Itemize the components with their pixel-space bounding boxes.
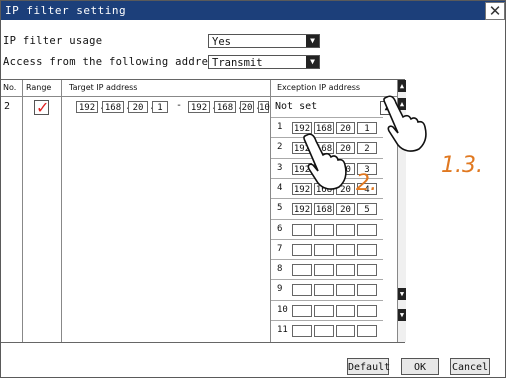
exception-row-number: 9	[277, 284, 283, 295]
exception-ip-octet-1[interactable]: 192	[292, 203, 312, 216]
exception-ip-octet-4[interactable]	[357, 243, 377, 256]
exception-ip-octet-4[interactable]	[357, 264, 377, 277]
exception-ip-octet-4[interactable]	[357, 223, 377, 236]
close-button[interactable]: ✕	[485, 2, 505, 20]
to-ip-octet-4[interactable]: 10	[258, 101, 270, 113]
ip-filter-window: IP filter setting ✕ IP filter usage Yes …	[0, 0, 506, 378]
exception-row: 6...	[271, 218, 383, 240]
check-icon: ✓	[36, 98, 50, 117]
exception-ip-octet-3[interactable]	[336, 243, 355, 256]
exception-row-number: 11	[277, 325, 288, 335]
exception-ip-octet-3[interactable]	[336, 325, 355, 337]
exception-row: 9...	[271, 279, 383, 300]
exception-not-set: Not set	[275, 101, 318, 112]
scroll-down-icon[interactable]: ▼	[398, 309, 406, 321]
range-checkbox[interactable]: ✓	[34, 98, 50, 117]
to-ip-octet-1[interactable]: 192	[188, 101, 210, 113]
to-ip-octet-3[interactable]: 20	[240, 101, 254, 113]
exception-ip-octet-2[interactable]	[314, 284, 334, 297]
from-ip-octet-2[interactable]: 168	[102, 101, 124, 113]
ip-filter-usage-label: IP filter usage	[3, 35, 103, 47]
ok-button[interactable]: OK	[401, 358, 439, 375]
window-title: IP filter setting	[5, 4, 127, 17]
exception-ip-octet-4[interactable]	[357, 284, 377, 297]
exception-ip-octet-3[interactable]	[336, 304, 355, 317]
column-divider	[61, 80, 62, 342]
exception-ip-octet-2[interactable]	[314, 304, 334, 317]
access-dropdown[interactable]: Transmit ▼	[208, 55, 320, 69]
access-value: Transmit	[212, 57, 263, 69]
exception-ip-octet-2[interactable]	[314, 223, 334, 236]
ip-filter-usage-value: Yes	[212, 36, 231, 48]
from-ip-octet-4[interactable]: 1	[152, 101, 168, 113]
exception-ip-octet-1[interactable]	[292, 304, 312, 317]
exception-row-number: 5	[277, 203, 283, 214]
exception-row: 7...	[271, 238, 383, 260]
close-icon: ✕	[488, 2, 502, 20]
exception-ip-octet-2[interactable]	[314, 243, 334, 256]
exception-ip-octet-1[interactable]	[292, 325, 312, 337]
chevron-down-icon[interactable]: ▼	[306, 56, 319, 68]
exception-row-number: 7	[277, 243, 283, 254]
header-exception: Exception IP address	[277, 83, 361, 92]
exception-ip-octet-4[interactable]: 5	[357, 203, 377, 216]
header-no: No.	[3, 83, 17, 92]
exception-ip-octet-1[interactable]	[292, 223, 312, 236]
scroll-up-icon[interactable]: ▲	[398, 80, 406, 92]
cancel-button[interactable]: Cancel	[450, 358, 490, 375]
exception-ip-octet-3[interactable]	[336, 284, 355, 297]
from-ip-octet-1[interactable]: 192	[76, 101, 98, 113]
exception-ip-octet-1[interactable]	[292, 264, 312, 277]
exception-ip-octet-2[interactable]	[314, 325, 334, 337]
exception-row-number: 8	[277, 264, 283, 275]
exception-ip-octet-3[interactable]	[336, 223, 355, 236]
from-ip-octet-3[interactable]: 20	[128, 101, 148, 113]
exception-ip-octet-2[interactable]	[314, 264, 334, 277]
to-ip-octet-2[interactable]: 168	[214, 101, 236, 113]
exception-ip-octet-4[interactable]	[357, 325, 377, 337]
exception-row-number: 2	[277, 142, 283, 153]
ip-filter-usage-dropdown[interactable]: Yes ▼	[208, 34, 320, 48]
scroll-down-icon[interactable]: ▼	[398, 288, 406, 300]
column-divider	[22, 80, 23, 342]
default-button[interactable]: Default	[347, 358, 390, 375]
exception-row-number: 4	[277, 182, 283, 193]
exception-ip-octet-4[interactable]	[357, 304, 377, 317]
exception-row: 10...	[271, 299, 383, 321]
exception-ip-octet-3[interactable]: 20	[336, 203, 355, 216]
exception-row: 11...	[271, 320, 383, 341]
header-target: Target IP address	[69, 83, 138, 92]
step-label-2: 2.	[356, 171, 377, 196]
header-range: Range	[26, 83, 52, 92]
exception-ip-octet-3[interactable]	[336, 264, 355, 277]
ip-table: No. Range Target IP address Exception IP…	[1, 79, 406, 343]
exception-row: 5192.168.20.5	[271, 198, 383, 219]
exception-ip-octet-1[interactable]	[292, 284, 312, 297]
chevron-down-icon[interactable]: ▼	[306, 35, 319, 47]
title-bar: IP filter setting ✕	[1, 1, 505, 20]
row-number: 2	[4, 101, 11, 112]
exception-row: 8...	[271, 259, 383, 280]
step-label-1-3: 1.3.	[441, 153, 483, 178]
exception-ip-octet-2[interactable]: 168	[314, 203, 334, 216]
exception-row-number: 10	[277, 304, 288, 315]
hand-pointer-icon	[383, 95, 427, 152]
exception-ip-octet-1[interactable]	[292, 243, 312, 256]
access-label: Access from the following address	[3, 56, 222, 68]
exception-row-number: 3	[277, 162, 283, 173]
exception-row-number: 6	[277, 223, 283, 234]
hand-pointer-icon	[303, 133, 347, 190]
exception-row-number: 1	[277, 122, 283, 132]
range-dash: -	[176, 100, 183, 111]
